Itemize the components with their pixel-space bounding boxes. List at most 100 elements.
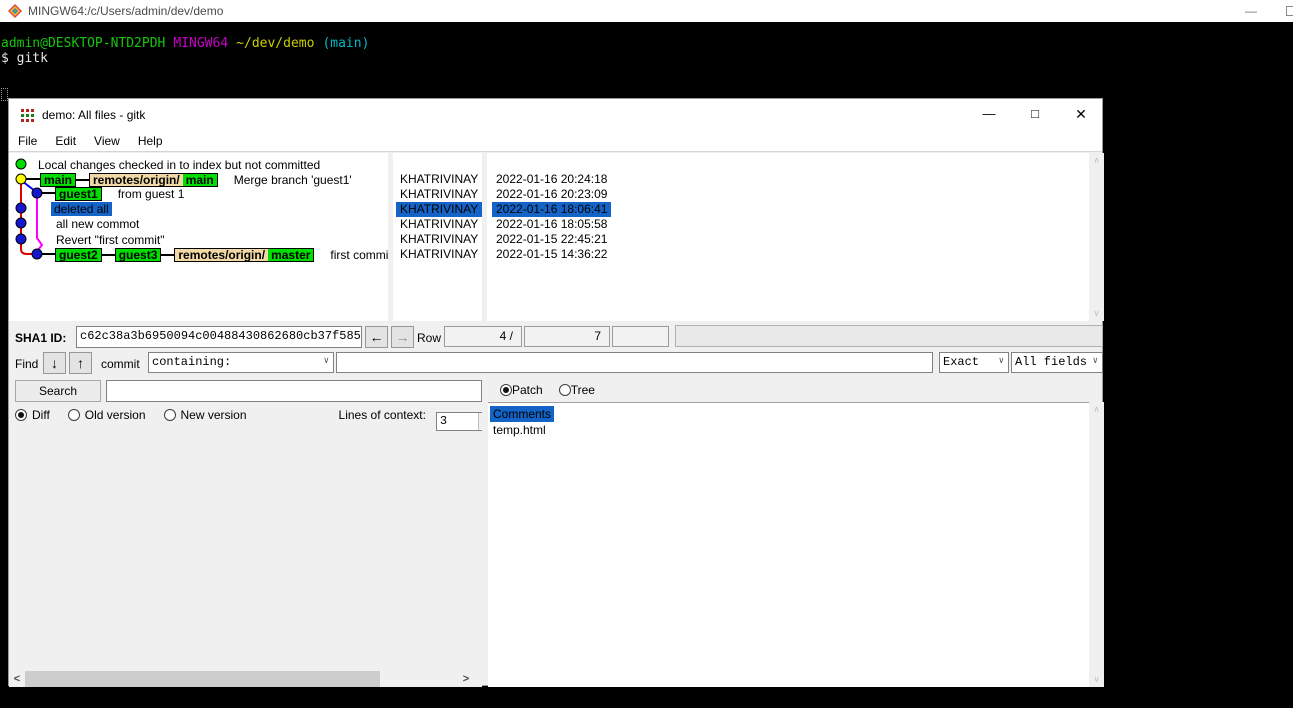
commit-subject[interactable]: deleted all <box>51 201 112 216</box>
find-input[interactable] <box>336 352 933 373</box>
author-column[interactable]: KHATRIVINAY KHATRIVINAY KHATRIVINAY KHATRIV… <box>394 153 482 321</box>
terminal-titlebar[interactable]: MINGW64:/c/Users/admin/dev/demo — <box>0 0 1293 22</box>
radio-old-version[interactable] <box>67 409 80 421</box>
lines-of-context-label: Lines of context: <box>338 408 426 422</box>
label-connector <box>76 178 90 181</box>
menu-file[interactable]: File <box>9 131 46 151</box>
branch-label[interactable]: remotes/origin/master <box>174 247 315 262</box>
commit-row[interactable]: all new commot <box>53 216 142 231</box>
sha1-label: SHA1 ID: <box>15 331 67 345</box>
history-back-button[interactable]: ← <box>365 326 388 348</box>
commit-row[interactable]: Revert "first commit" <box>53 232 168 247</box>
date-column[interactable]: 2022-01-16 20:24:18 2022-01-16 20:23:09 20… <box>488 153 1089 321</box>
pane-sash[interactable] <box>482 153 487 321</box>
branch-label[interactable]: guest1 <box>55 186 102 201</box>
scroll-thumb[interactable] <box>25 671 380 687</box>
chevron-down-icon: ∨ <box>1092 356 1098 366</box>
terminal-prompt: admin@DESKTOP-NTD2PDH MINGW64 ~/dev/demo (m… <box>1 36 1293 51</box>
menu-help[interactable]: Help <box>129 131 172 151</box>
commit-subject[interactable]: Merge branch 'guest1' <box>231 173 355 187</box>
commit-author[interactable]: KHATRIVINAY <box>396 247 482 262</box>
branch-label[interactable]: guest2 <box>55 247 102 262</box>
find-prev-button[interactable]: ↑ <box>69 352 92 374</box>
file-list-scrollbar[interactable]: ∧ ∨ <box>1089 402 1104 687</box>
pane-sash[interactable] <box>388 153 393 321</box>
commit-date[interactable]: 2022-01-15 22:45:21 <box>492 232 611 247</box>
gitk-titlebar[interactable]: demo: All files - gitk — □ ✕ <box>9 99 1102 131</box>
diff-panel: Search Diff Old version New version Lines o… <box>9 377 482 687</box>
scroll-up-icon[interactable]: ∧ <box>1089 402 1104 417</box>
commit-author[interactable]: KHATRIVINAY <box>396 187 482 202</box>
commit-row[interactable]: guest1 from guest 1 <box>55 186 187 201</box>
field-mode-dropdown[interactable]: All fields ∨ <box>1011 352 1103 373</box>
commit-row[interactable]: Local changes checked in to index but no… <box>35 157 323 172</box>
branch-label-text: guest1 <box>56 187 101 200</box>
commit-list-scrollbar[interactable]: ∧ ∨ <box>1089 153 1104 321</box>
row-extra <box>612 326 669 347</box>
commit-subject[interactable]: Revert "first commit" <box>53 233 168 247</box>
commit-subject[interactable]: from guest 1 <box>115 187 188 201</box>
search-input[interactable] <box>106 380 482 402</box>
menu-view[interactable]: View <box>85 131 129 151</box>
radio-diff[interactable] <box>15 409 27 421</box>
history-forward-button[interactable]: → <box>391 326 414 348</box>
menu-edit[interactable]: Edit <box>46 131 85 151</box>
branch-label[interactable]: main <box>40 172 77 187</box>
diff-horizontal-scrollbar[interactable]: < > <box>9 671 482 687</box>
file-list-item[interactable]: temp.html <box>490 422 549 438</box>
commit-date[interactable]: 2022-01-16 20:23:09 <box>492 187 611 202</box>
commit-row[interactable]: guest2 guest3 remotes/origin/master first c… <box>55 247 388 262</box>
spin-down-icon[interactable]: ▼ <box>478 421 482 429</box>
gitk-maximize-icon[interactable]: □ <box>1018 99 1052 129</box>
chevron-down-icon: ∨ <box>323 356 329 366</box>
commit-author[interactable]: KHATRIVINAY <box>396 202 482 217</box>
commit-graph-pane[interactable]: Local changes checked in to index but no… <box>9 153 388 321</box>
gitk-close-icon[interactable]: ✕ <box>1064 99 1098 129</box>
commit-date[interactable]: 2022-01-16 18:05:58 <box>492 217 611 232</box>
lines-of-context-stepper[interactable]: 3 ▲▼ <box>435 412 482 431</box>
commit-subject[interactable]: all new commot <box>53 217 142 231</box>
restore-icon[interactable] <box>1286 6 1293 16</box>
branch-label[interactable]: remotes/origin/main <box>89 172 218 187</box>
commit-list-area: Local changes checked in to index but no… <box>9 153 1104 321</box>
minimize-icon[interactable]: — <box>1240 1 1262 21</box>
find-type-dropdown[interactable]: containing: ∨ <box>148 352 334 373</box>
stepper-value: 3 <box>439 414 448 428</box>
stepper-buttons[interactable]: ▲▼ <box>477 413 482 430</box>
field-mode-value: All fields <box>1015 355 1088 369</box>
find-type-value: containing: <box>152 355 232 369</box>
branch-label-text: remotes/origin/ <box>175 248 269 261</box>
spin-up-icon[interactable]: ▲ <box>478 413 482 421</box>
find-next-button[interactable]: ↓ <box>43 352 66 374</box>
radio-new-version[interactable] <box>163 409 176 421</box>
commit-row[interactable]: deleted all <box>51 201 112 216</box>
radio-patch[interactable] <box>500 384 512 396</box>
commit-row[interactable]: main remotes/origin/main Merge branch 'gue… <box>40 172 355 187</box>
screen: MINGW64:/c/Users/admin/dev/demo — admin@… <box>0 0 1293 708</box>
commit-subject[interactable]: first commit <box>327 248 388 262</box>
sha1-input[interactable]: c62c38a3b6950094c00488430862680cb37f5853 <box>76 326 362 348</box>
commit-date[interactable]: 2022-01-16 18:06:41 <box>492 202 612 217</box>
file-list-item[interactable]: Comments <box>490 406 555 422</box>
commit-author[interactable]: KHATRIVINAY <box>396 172 482 187</box>
commit-author[interactable]: KHATRIVINAY <box>396 217 482 232</box>
scroll-down-icon[interactable]: ∨ <box>1089 306 1104 321</box>
radio-tree[interactable] <box>558 384 571 396</box>
gitk-minimize-icon[interactable]: — <box>972 99 1006 129</box>
branch-label[interactable]: guest3 <box>114 247 162 262</box>
search-button[interactable]: Search <box>15 380 101 402</box>
branch-label-text: master <box>268 248 314 261</box>
scroll-down-icon[interactable]: ∨ <box>1089 672 1104 687</box>
match-mode-dropdown[interactable]: Exact ∨ <box>939 352 1009 373</box>
scroll-left-icon[interactable]: < <box>9 671 25 687</box>
commit-date[interactable]: 2022-01-16 20:24:18 <box>492 172 611 187</box>
scroll-up-icon[interactable]: ∧ <box>1089 153 1104 168</box>
commit-subject[interactable]: Local changes checked in to index but no… <box>35 158 323 172</box>
commit-date[interactable]: 2022-01-15 14:36:22 <box>492 247 611 262</box>
gitk-app-icon <box>21 109 34 122</box>
scroll-right-icon[interactable]: > <box>458 671 474 687</box>
file-list[interactable]: Comments temp.html <box>488 402 1089 687</box>
radio-label: Patch <box>512 383 543 397</box>
row-current: 4 / <box>444 326 522 347</box>
commit-author[interactable]: KHATRIVINAY <box>396 232 482 247</box>
